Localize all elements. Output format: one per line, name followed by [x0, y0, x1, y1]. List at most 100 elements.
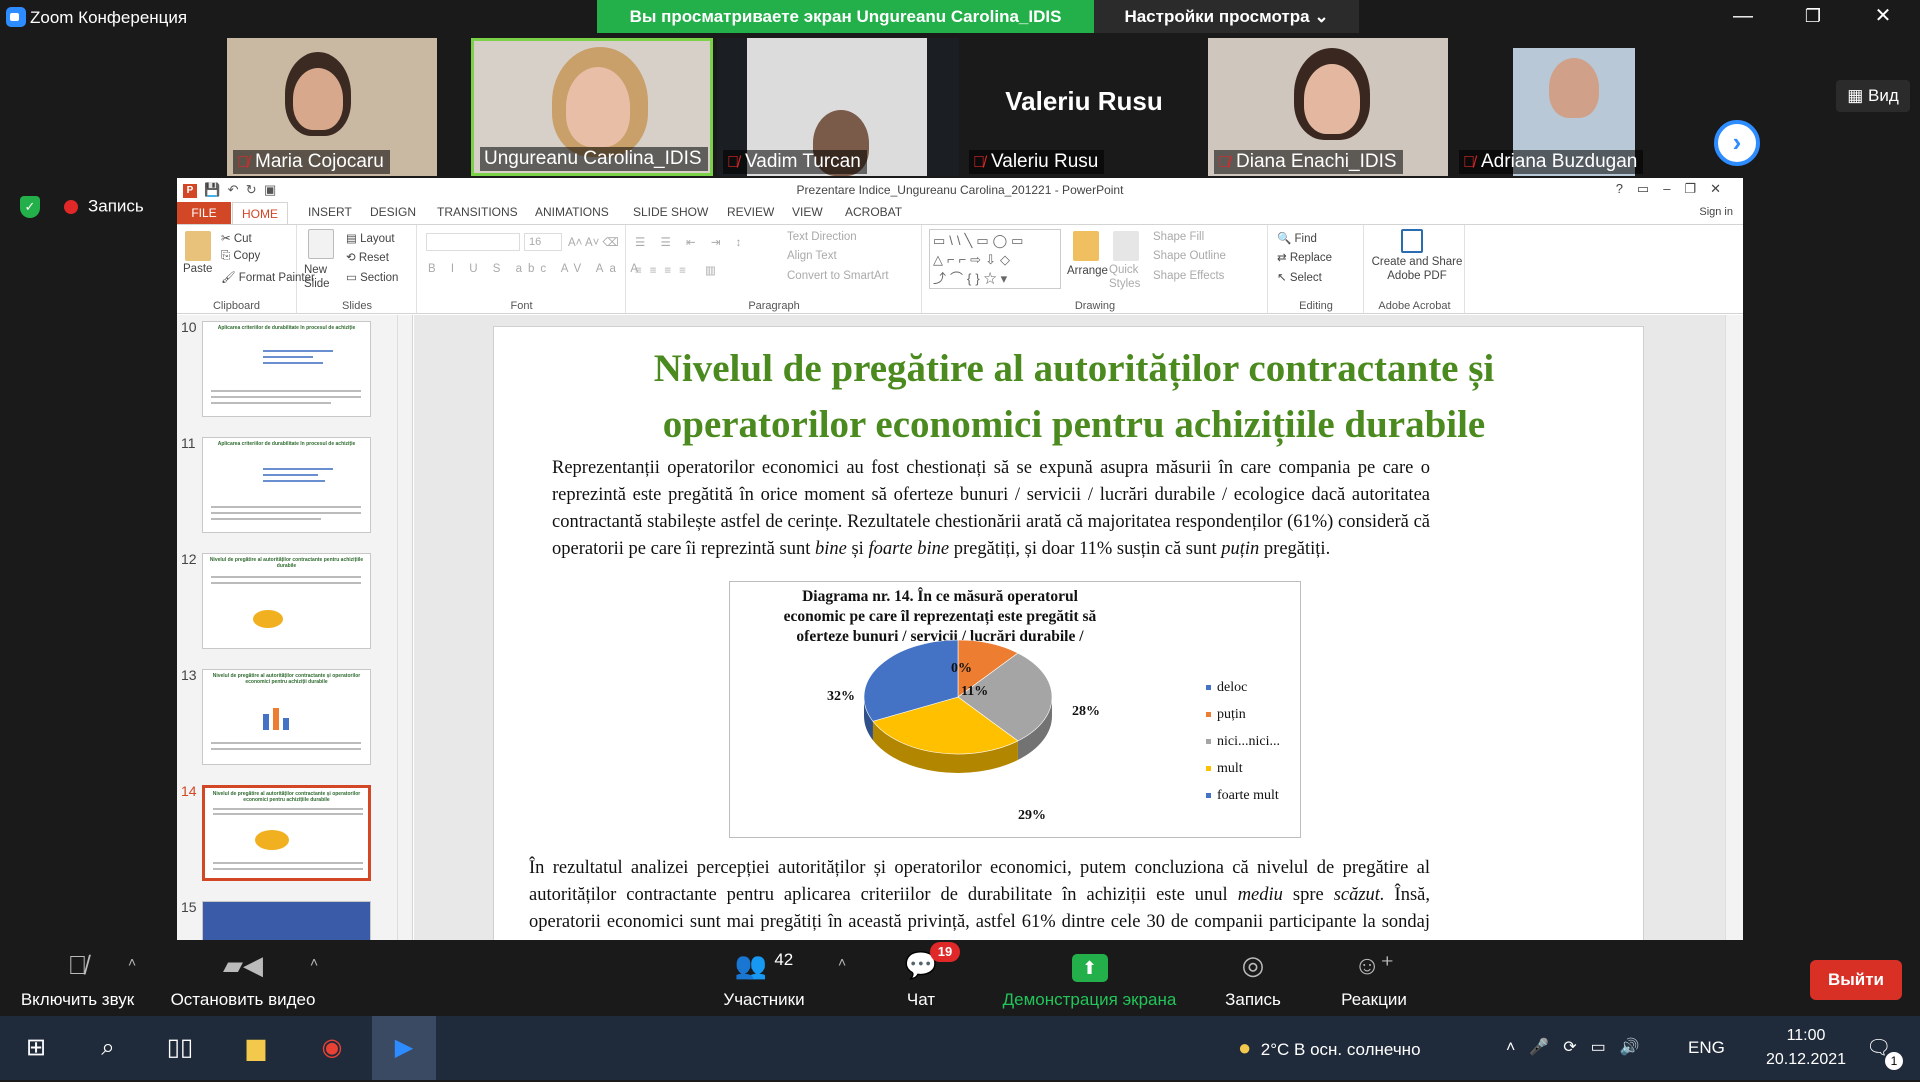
restore-button[interactable]: ❐: [1788, 0, 1838, 34]
cut-button[interactable]: ✂ Cut: [221, 231, 252, 245]
close-button[interactable]: ✕: [1858, 0, 1908, 34]
select-button[interactable]: ↖ Select: [1277, 270, 1322, 284]
participant-tile[interactable]: Valeriu Rusu 🎙̸ Valeriu Rusu: [963, 38, 1205, 176]
share-screen-button[interactable]: ⬆ Демонстрация экрана: [992, 940, 1187, 1016]
layout-button[interactable]: ▤ Layout: [346, 231, 395, 245]
chrome-icon[interactable]: ◉: [302, 1016, 362, 1080]
pie-label-putin: 11%: [961, 684, 989, 699]
tab-design[interactable]: DESIGN: [370, 205, 416, 219]
next-page-icon[interactable]: ›: [1714, 120, 1760, 166]
system-tray-icons[interactable]: ˄🎤⟳▭🔊: [1506, 1016, 1654, 1080]
grow-shrink-font-icon[interactable]: A˄ A˅ ⌫: [568, 235, 619, 249]
sign-in-link[interactable]: Sign in: [1699, 206, 1733, 218]
pie-chart[interactable]: Diagrama nr. 14. În ce măsură operatorul…: [729, 581, 1301, 838]
slide-paragraph-2[interactable]: În rezultatul analizei percepției autori…: [529, 855, 1430, 940]
participant-tile[interactable]: 🎙̸ Adriana Buzdugan: [1453, 38, 1695, 176]
arrange-icon[interactable]: [1073, 231, 1099, 261]
new-slide-icon[interactable]: [308, 229, 334, 259]
reactions-button[interactable]: ☺⁺ Реакции: [1334, 940, 1414, 1016]
slide-thumbnail[interactable]: Aplicarea criteriilor de durabilitate în…: [202, 437, 371, 533]
tab-insert[interactable]: INSERT: [308, 205, 352, 219]
view-button[interactable]: ▦ Вид: [1836, 80, 1910, 112]
clock-date: 20.12.2021: [1765, 1051, 1847, 1068]
unmute-button[interactable]: 🎙̸ Включить звук: [10, 940, 145, 1016]
section-label: Section: [360, 272, 399, 284]
file-explorer-icon[interactable]: ▆: [226, 1016, 286, 1080]
slide-thumbnail[interactable]: Aplicarea criteriilor de durabilitate în…: [202, 321, 371, 417]
participant-tile[interactable]: 🎙̸ Diana Enachi_IDIS: [1208, 38, 1448, 176]
start-windows-icon[interactable]: ⊞: [6, 1016, 66, 1080]
current-slide[interactable]: Nivelul de pregătire al autorităților co…: [493, 326, 1644, 940]
arrange-button[interactable]: Arrange: [1067, 265, 1108, 277]
tab-file[interactable]: FILE: [177, 202, 231, 224]
slide-thumbnail[interactable]: Nivelul de pregătire al autorităților co…: [202, 669, 371, 765]
notifications-icon[interactable]: 🗨: [1866, 1016, 1891, 1080]
slide-paragraph-1[interactable]: Reprezentanții operatorilor economici au…: [552, 455, 1430, 563]
participant-tile-active[interactable]: Ungureanu Carolina_IDIS: [471, 38, 713, 176]
language-indicator[interactable]: ENG: [1688, 1016, 1725, 1080]
legend-label: puțin: [1217, 707, 1246, 722]
participant-tile[interactable]: 🎙̸ Maria Cojocaru: [227, 38, 437, 176]
quick-styles-button[interactable]: Quick Styles: [1109, 263, 1145, 291]
shape-outline-button[interactable]: Shape Outline: [1153, 250, 1226, 262]
clock[interactable]: 11:00 20.12.2021: [1756, 1024, 1856, 1072]
task-view-icon[interactable]: ▯▯: [150, 1016, 210, 1080]
thumbnails-scrollbar[interactable]: [397, 315, 411, 940]
tab-review[interactable]: REVIEW: [727, 205, 774, 219]
stop-video-button[interactable]: ▰◀ Остановить видео: [162, 940, 324, 1016]
select-label: Select: [1289, 272, 1322, 284]
text-direction-button[interactable]: Text Direction: [787, 231, 857, 243]
slide-thumbnail-active[interactable]: Nivelul de pregătire al autorităților co…: [202, 785, 371, 881]
search-icon[interactable]: ⌕: [78, 1016, 138, 1080]
list-icons[interactable]: ☰ ☰ ⇤ ⇥ ↕: [635, 235, 747, 249]
copy-button[interactable]: ⎘ Copy: [221, 250, 260, 263]
find-button[interactable]: 🔍 Find: [1277, 231, 1317, 245]
shape-fill-button[interactable]: Shape Fill: [1153, 231, 1204, 243]
meeting-controls: 🎙̸ Включить звук ˄ ▰◀ Остановить видео ˄…: [0, 940, 1920, 1016]
quick-styles-icon[interactable]: [1113, 231, 1139, 261]
participants-button[interactable]: 👥 42 Участники: [718, 940, 810, 1016]
group-drawing: ▭\\╲▭◯▭ △⌐⌐⇨⇩◇ ⤴⌒{}☆▾ Arrange Quick Styles…: [923, 225, 1268, 313]
tab-view[interactable]: VIEW: [792, 205, 823, 219]
align-text-button[interactable]: Align Text: [787, 250, 837, 262]
tab-animations[interactable]: ANIMATIONS: [535, 205, 609, 219]
align-icons[interactable]: ≡≡≡≡ ▥: [635, 263, 724, 277]
font-size-input[interactable]: 16: [524, 233, 562, 251]
minimize-button[interactable]: —: [1718, 0, 1768, 34]
slide-thumbnail[interactable]: [202, 901, 371, 940]
tab-home[interactable]: HOME: [232, 202, 288, 225]
shape-effects-button[interactable]: Shape Effects: [1153, 270, 1224, 282]
reset-button[interactable]: ⟲ Reset: [346, 250, 389, 264]
font-name-input[interactable]: [426, 233, 520, 251]
pie-label-foarte-mult: 32%: [827, 689, 855, 704]
tab-transitions[interactable]: TRANSITIONS: [437, 205, 518, 219]
exit-button[interactable]: Выйти: [1810, 960, 1902, 1000]
tab-slide-show[interactable]: SLIDE SHOW: [633, 205, 708, 219]
zoom-taskbar-icon[interactable]: ▶: [372, 1016, 436, 1080]
editor-scrollbar[interactable]: [1725, 315, 1743, 940]
create-pdf-icon[interactable]: [1401, 229, 1423, 253]
convert-smartart-button[interactable]: Convert to SmartArt: [787, 270, 889, 282]
group-slides: New Slide ▤ Layout ⟲ Reset ▭ Section Sli…: [298, 225, 417, 313]
participant-tile[interactable]: 🎙̸ Vadim Turcan: [717, 38, 959, 176]
font-style-icons[interactable]: B I U S abc AV Aa A: [428, 263, 644, 275]
participants-chevron-icon[interactable]: ˄: [838, 954, 846, 970]
ppt-window-controls[interactable]: ?▭–❐✕: [1616, 181, 1735, 197]
audio-options-chevron-icon[interactable]: ˄: [128, 954, 136, 970]
create-pdf-button[interactable]: Create and Share Adobe PDF: [1371, 255, 1463, 283]
replace-button[interactable]: ⇄ Replace: [1277, 250, 1332, 264]
new-slide-button[interactable]: New Slide: [304, 263, 344, 291]
tab-acrobat[interactable]: ACROBAT: [845, 205, 902, 219]
paste-icon[interactable]: [185, 231, 211, 261]
paste-button[interactable]: Paste: [183, 263, 212, 275]
security-shield-icon[interactable]: ✓: [20, 196, 40, 218]
video-options-chevron-icon[interactable]: ˄: [310, 954, 318, 970]
section-button[interactable]: ▭ Section: [346, 270, 398, 284]
slide-thumbnail[interactable]: Nivelul de pregătire al autorităților co…: [202, 553, 371, 649]
weather-widget[interactable]: ● 2°C В осн. солнечно: [1238, 1016, 1421, 1080]
view-options-button[interactable]: Настройки просмотра ⌄: [1094, 0, 1359, 33]
shared-screen-powerpoint: P 💾 ↶ ↻ ▣ Prezentare Indice_Ungureanu Ca…: [177, 178, 1743, 940]
slide-title[interactable]: Nivelul de pregătire al autorităților co…: [614, 341, 1534, 453]
record-button[interactable]: ◎ Запись: [1218, 940, 1288, 1016]
shapes-gallery[interactable]: ▭\\╲▭◯▭ △⌐⌐⇨⇩◇ ⤴⌒{}☆▾: [929, 229, 1061, 289]
